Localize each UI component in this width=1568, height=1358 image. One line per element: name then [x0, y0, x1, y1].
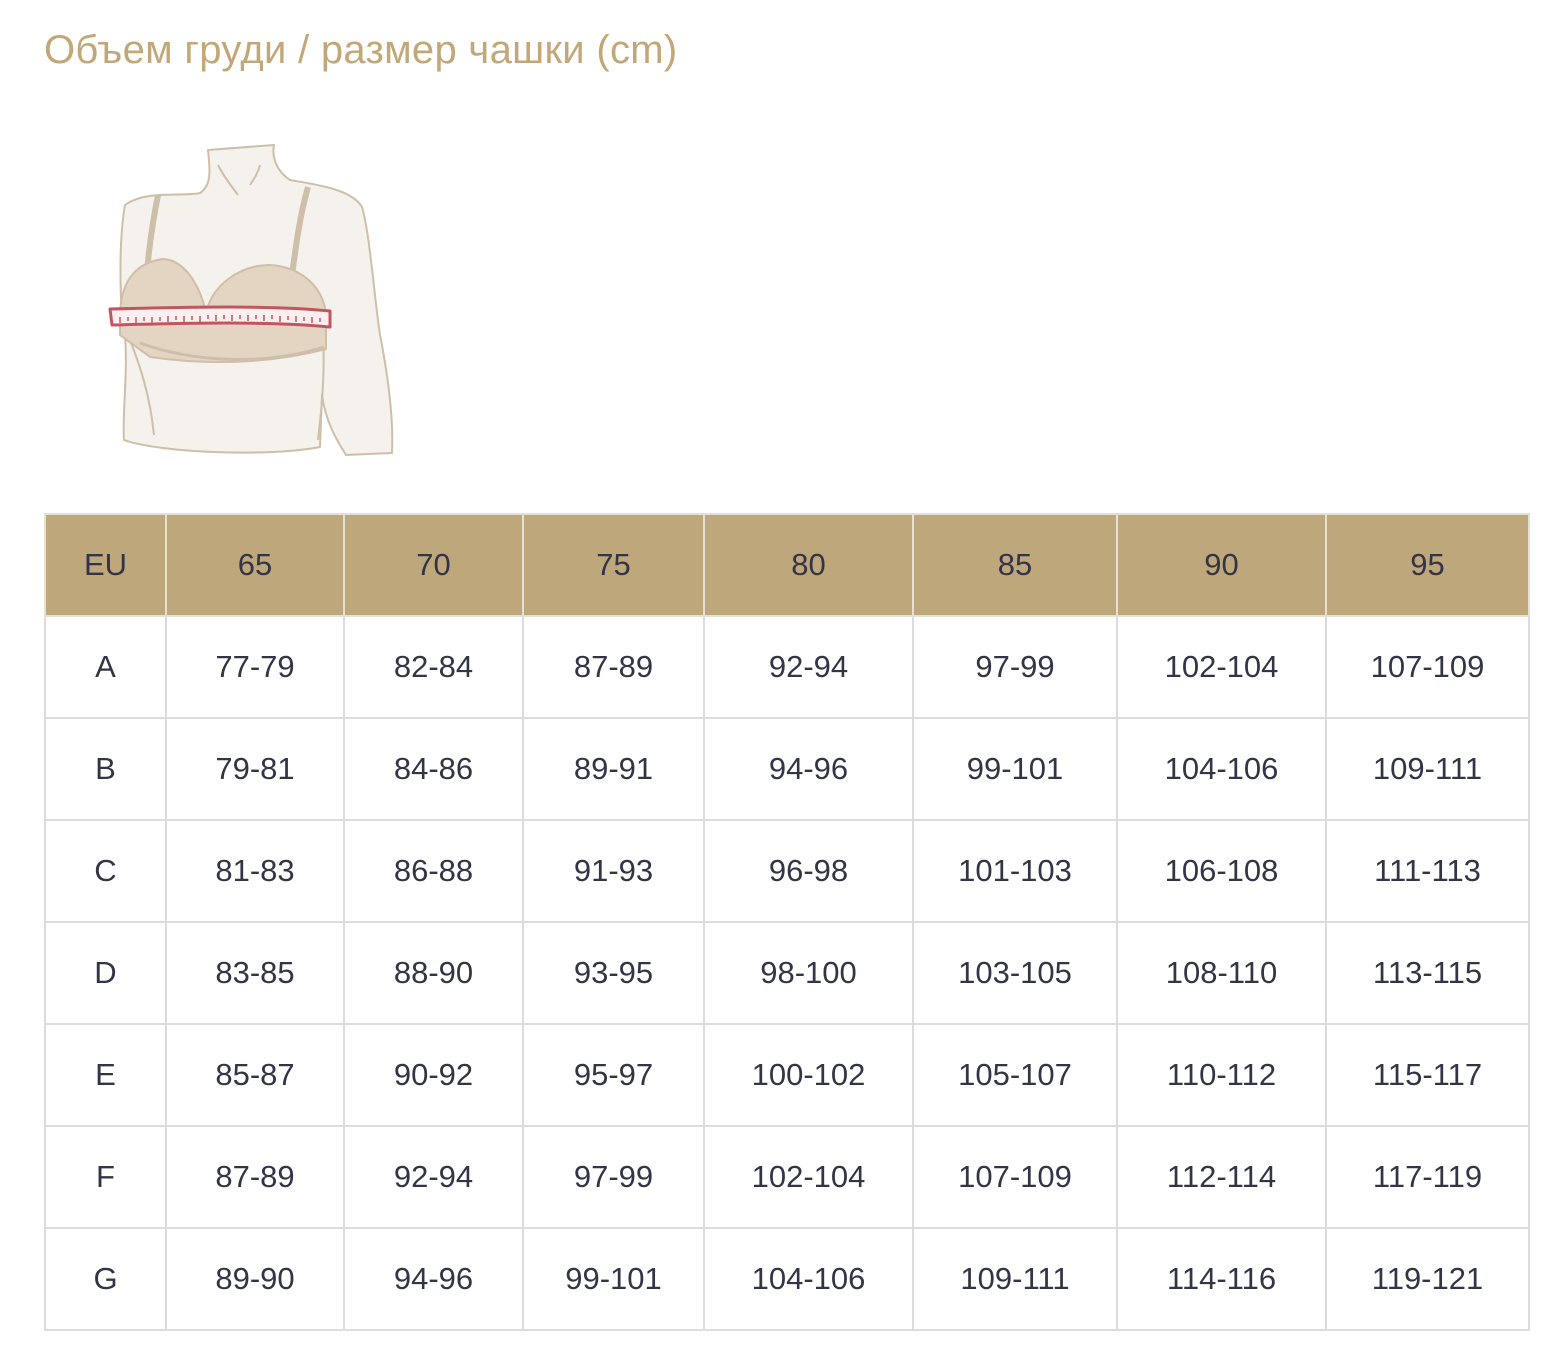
table-cell: 77-79	[165, 615, 345, 719]
header-cell-70: 70	[343, 513, 524, 617]
cup-label: A	[44, 615, 167, 719]
table-cell: 83-85	[165, 921, 345, 1025]
table-cell: 97-99	[912, 615, 1118, 719]
table-cell: 92-94	[703, 615, 914, 719]
table-cell: 101-103	[912, 819, 1118, 923]
measuring-tape	[108, 305, 332, 329]
table-cell: 99-101	[522, 1227, 705, 1331]
cup-label: D	[44, 921, 167, 1025]
table-cell: 112-114	[1116, 1125, 1327, 1229]
table-cell: 119-121	[1325, 1227, 1530, 1331]
table-cell: 113-115	[1325, 921, 1530, 1025]
table-cell: 93-95	[522, 921, 705, 1025]
table-cell: 92-94	[343, 1125, 524, 1229]
table-cell: 111-113	[1325, 819, 1530, 923]
table-cell: 95-97	[522, 1023, 705, 1127]
page-title: Объем груди / размер чашки (cm)	[44, 28, 678, 72]
table-cell: 81-83	[165, 819, 345, 923]
table-cell: 87-89	[165, 1125, 345, 1229]
header-cell-80: 80	[703, 513, 914, 617]
table-cell: 102-104	[703, 1125, 914, 1229]
table-row: A 77-79 82-84 87-89 92-94 97-99 102-104 …	[44, 615, 1530, 719]
header-cell-85: 85	[912, 513, 1118, 617]
table-cell: 90-92	[343, 1023, 524, 1127]
table-cell: 85-87	[165, 1023, 345, 1127]
table-cell: 107-109	[912, 1125, 1118, 1229]
header-cell-75: 75	[522, 513, 705, 617]
table-cell: 103-105	[912, 921, 1118, 1025]
cup-label: C	[44, 819, 167, 923]
table-cell: 84-86	[343, 717, 524, 821]
table-row: C 81-83 86-88 91-93 96-98 101-103 106-10…	[44, 819, 1530, 923]
cup-label: F	[44, 1125, 167, 1229]
table-cell: 108-110	[1116, 921, 1327, 1025]
table-cell: 114-116	[1116, 1227, 1327, 1331]
table-cell: 115-117	[1325, 1023, 1530, 1127]
table-cell: 117-119	[1325, 1125, 1530, 1229]
table-row: E 85-87 90-92 95-97 100-102 105-107 110-…	[44, 1023, 1530, 1127]
table-row: D 83-85 88-90 93-95 98-100 103-105 108-1…	[44, 921, 1530, 1025]
table-cell: 94-96	[703, 717, 914, 821]
table-cell: 104-106	[1116, 717, 1327, 821]
table-cell: 91-93	[522, 819, 705, 923]
table-cell: 82-84	[343, 615, 524, 719]
table-cell: 110-112	[1116, 1023, 1327, 1127]
table-cell: 88-90	[343, 921, 524, 1025]
table-cell: 87-89	[522, 615, 705, 719]
table-cell: 96-98	[703, 819, 914, 923]
table-cell: 86-88	[343, 819, 524, 923]
header-cell-65: 65	[165, 513, 345, 617]
table-cell: 107-109	[1325, 615, 1530, 719]
table-cell: 104-106	[703, 1227, 914, 1331]
table-cell: 98-100	[703, 921, 914, 1025]
table-row: B 79-81 84-86 89-91 94-96 99-101 104-106…	[44, 717, 1530, 821]
table-cell: 79-81	[165, 717, 345, 821]
table-cell: 109-111	[912, 1227, 1118, 1331]
table-cell: 109-111	[1325, 717, 1530, 821]
header-cell-eu: EU	[44, 513, 167, 617]
table-cell: 99-101	[912, 717, 1118, 821]
size-chart-table: EU 65 70 75 80 85 90 95 A 77-79 82-84 87…	[44, 513, 1530, 1331]
header-cell-95: 95	[1325, 513, 1530, 617]
cup-label: G	[44, 1227, 167, 1331]
table-cell: 89-90	[165, 1227, 345, 1331]
table-row: F 87-89 92-94 97-99 102-104 107-109 112-…	[44, 1125, 1530, 1229]
table-cell: 102-104	[1116, 615, 1327, 719]
table-cell: 106-108	[1116, 819, 1327, 923]
cup-label: B	[44, 717, 167, 821]
table-cell: 89-91	[522, 717, 705, 821]
cup-label: E	[44, 1023, 167, 1127]
table-cell: 94-96	[343, 1227, 524, 1331]
table-row: G 89-90 94-96 99-101 104-106 109-111 114…	[44, 1227, 1530, 1331]
table-header-row: EU 65 70 75 80 85 90 95	[44, 513, 1530, 617]
header-cell-90: 90	[1116, 513, 1327, 617]
table-cell: 100-102	[703, 1023, 914, 1127]
table-cell: 97-99	[522, 1125, 705, 1229]
bust-measurement-illustration	[108, 144, 394, 456]
table-cell: 105-107	[912, 1023, 1118, 1127]
